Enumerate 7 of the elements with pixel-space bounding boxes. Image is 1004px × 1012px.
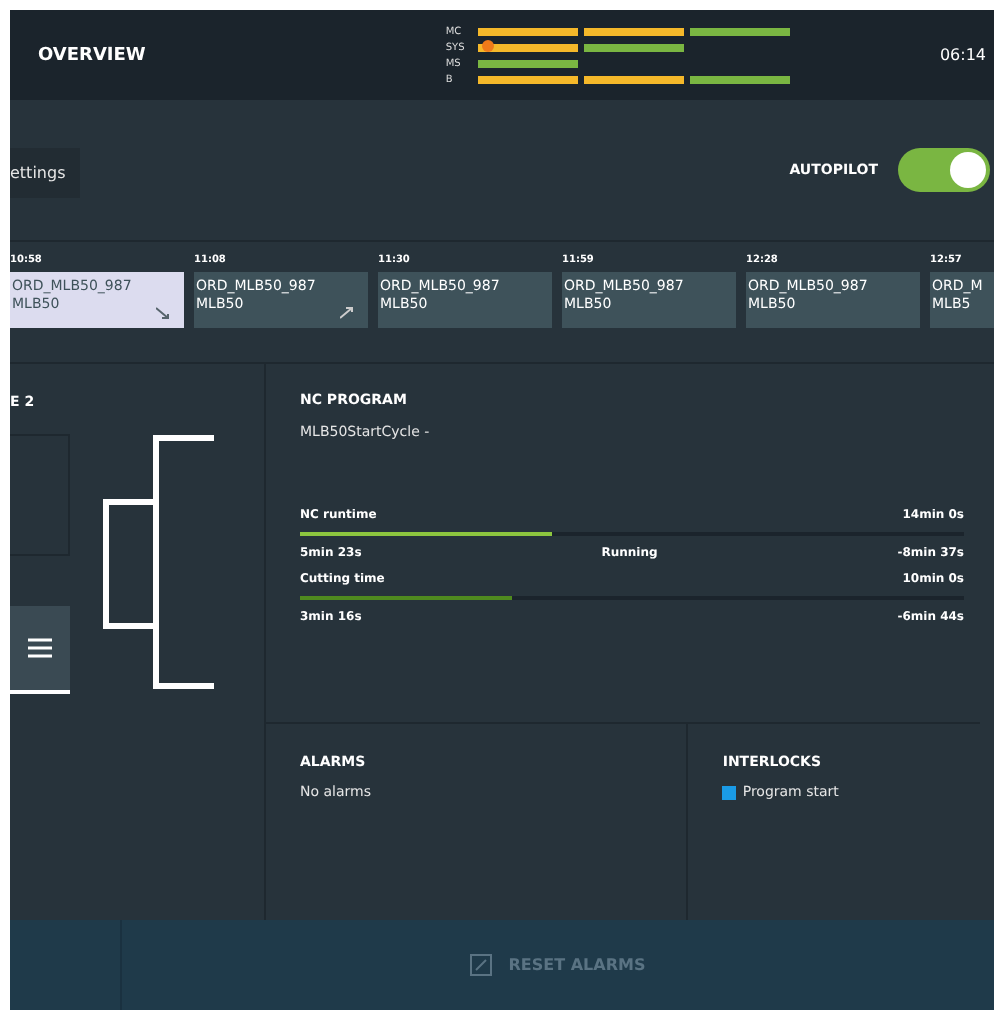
menu-button[interactable] [10, 606, 70, 694]
autopilot-toggle[interactable] [898, 148, 990, 192]
pencil-box-icon [470, 954, 493, 976]
clock-time: 06:14 [939, 46, 986, 64]
menu-icon [28, 638, 52, 658]
page-title: OVERVIEW [38, 45, 146, 65]
settings-button[interactable]: ettings [10, 147, 80, 197]
